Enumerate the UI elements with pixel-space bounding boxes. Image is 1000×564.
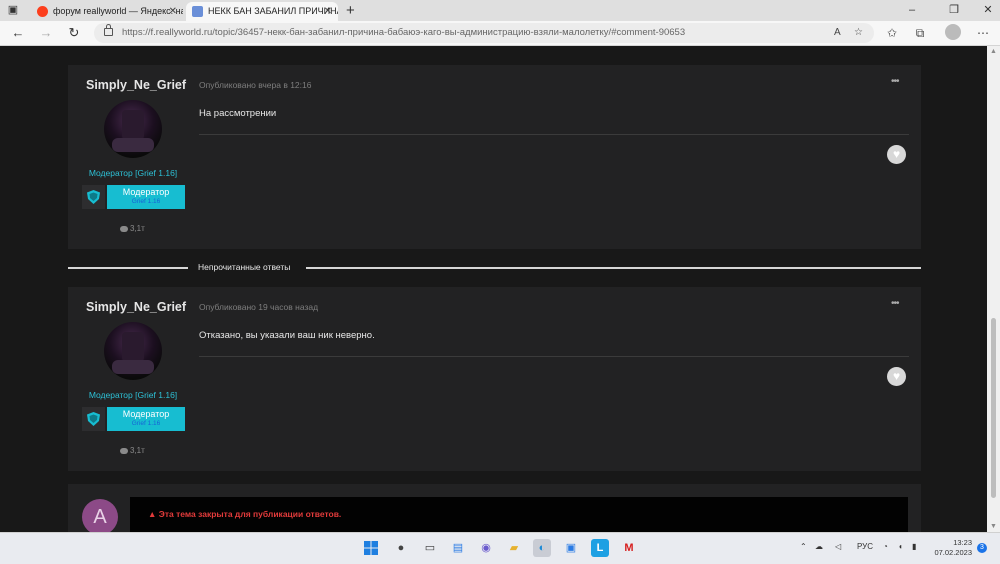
unread-divider-label: Непрочитанные ответы xyxy=(198,262,291,272)
like-heart-icon[interactable]: ♥ xyxy=(887,145,906,164)
app-l-icon[interactable]: L xyxy=(591,539,609,557)
post-separator xyxy=(199,356,909,357)
post-count: 3,1т xyxy=(120,224,145,233)
address-bar[interactable]: https://f.reallyworld.ru/topic/36457-нек… xyxy=(94,23,874,43)
show-hidden-icons[interactable]: ⌃ xyxy=(800,542,807,551)
divider-line-right xyxy=(306,267,921,269)
author-role: Модератор [Grief 1.16] xyxy=(88,390,178,400)
divider-line-left xyxy=(68,267,188,269)
windows-taskbar: ● ▭ ▤ ◉ ▰ ◐ ▣ L M ⌃ ☁ ◁ РУС ◔ ◖ ▮ 13:23 … xyxy=(0,532,1000,564)
lock-icon xyxy=(104,24,113,36)
post-count-value: 3,1т xyxy=(130,224,145,233)
page-content: Simply_Ne_Grief Модератор [Grief 1.16] М… xyxy=(0,46,987,532)
profile-avatar[interactable] xyxy=(945,24,961,40)
wifi-icon[interactable]: ◔ xyxy=(883,542,888,551)
clock-time: 13:23 xyxy=(953,538,972,547)
forum-favicon-icon xyxy=(192,6,203,17)
post-timestamp[interactable]: Опубликовано 19 часов назад xyxy=(199,302,318,312)
warning-icon: ▲ xyxy=(148,509,159,519)
post-menu-icon[interactable]: ••• xyxy=(891,298,899,309)
avatar[interactable] xyxy=(104,322,162,380)
clock[interactable]: 13:23 07.02.2023 xyxy=(928,538,972,558)
back-icon[interactable]: ← xyxy=(10,25,26,41)
comment-icon xyxy=(120,225,128,232)
mcafee-icon[interactable]: M xyxy=(620,539,638,557)
start-icon[interactable] xyxy=(362,539,380,557)
volume-icon[interactable]: ◖ xyxy=(898,542,903,551)
reply-area: A ▲ Эта тема закрыта для публикации отве… xyxy=(68,484,921,532)
post-separator xyxy=(199,134,909,135)
tab-actions-icon[interactable]: ▣ xyxy=(6,4,20,17)
user-avatar[interactable]: A xyxy=(82,499,118,532)
close-tab-icon[interactable]: ✕ xyxy=(169,2,177,21)
badge-subtitle: Grief 1.16 xyxy=(131,420,161,427)
tab-yandex[interactable]: форум reallyworld — Яндекс: на ✕ xyxy=(31,2,183,21)
avatar[interactable] xyxy=(104,100,162,158)
new-tab-icon[interactable]: + xyxy=(346,2,355,19)
more-menu-icon[interactable]: ⋯ xyxy=(975,25,991,41)
widgets-icon[interactable]: ▤ xyxy=(449,539,467,557)
post-comment: Simply_Ne_Grief Модератор [Grief 1.16] М… xyxy=(68,287,921,471)
read-aloud-icon[interactable]: A xyxy=(834,26,841,40)
yandex-favicon-icon xyxy=(37,6,48,17)
post-body: На рассмотрении xyxy=(199,108,277,119)
page-scrollbar[interactable]: ▲ ▼ xyxy=(987,46,1000,532)
refresh-icon[interactable]: ↻ xyxy=(66,25,82,41)
forward-icon[interactable]: → xyxy=(38,25,54,41)
file-explorer-icon[interactable]: ▰ xyxy=(505,539,523,557)
comment-icon xyxy=(120,447,128,454)
locked-message: ▲ Эта тема закрыта для публикации ответо… xyxy=(148,509,341,519)
tab-strip: ▣ форум reallyworld — Яндекс: на ✕ НЕКК … xyxy=(0,0,1000,21)
locked-message-text: Эта тема закрыта для публикации ответов. xyxy=(158,509,342,519)
badge-subtitle: Grief 1.16 xyxy=(131,198,161,205)
favorites-icon[interactable]: ✩ xyxy=(884,25,900,41)
favorite-star-icon[interactable]: ☆ xyxy=(854,26,863,40)
scroll-down-icon[interactable]: ▼ xyxy=(990,523,997,530)
task-view-icon[interactable]: ▭ xyxy=(421,539,439,557)
topic-locked-notice: ▲ Эта тема закрыта для публикации ответо… xyxy=(130,497,908,532)
close-window-icon[interactable]: ✕ xyxy=(980,3,996,17)
moderator-badge: Модератор Grief 1.16 xyxy=(107,407,185,431)
notification-badge[interactable]: 3 xyxy=(977,543,987,553)
search-icon[interactable]: ● xyxy=(392,539,410,557)
post-timestamp[interactable]: Опубликовано вчера в 12:16 xyxy=(199,80,311,90)
like-heart-icon[interactable]: ♥ xyxy=(887,367,906,386)
shield-icon xyxy=(82,185,105,209)
minimize-icon[interactable]: – xyxy=(904,3,920,17)
author-role: Модератор [Grief 1.16] xyxy=(88,168,178,178)
tab-title: форум reallyworld — Яндекс: на xyxy=(53,6,183,16)
post-count: 3,1т xyxy=(120,446,145,455)
maximize-icon[interactable]: ❐ xyxy=(946,3,962,17)
moderator-badge: Модератор Grief 1.16 xyxy=(107,185,185,209)
tab-title: НЕКК БАН ЗАБАНИЛ ПРИЧИНА xyxy=(208,6,338,16)
chat-icon[interactable]: ◉ xyxy=(477,539,495,557)
post-count-value: 3,1т xyxy=(130,446,145,455)
tray-app-icon-2[interactable]: ◁ xyxy=(835,542,841,551)
shield-icon xyxy=(82,407,105,431)
scroll-up-icon[interactable]: ▲ xyxy=(990,48,997,55)
post-comment: Simply_Ne_Grief Модератор [Grief 1.16] М… xyxy=(68,65,921,249)
post-author[interactable]: Simply_Ne_Grief xyxy=(86,300,186,314)
badge-title: Модератор xyxy=(122,187,170,197)
post-body: Отказано, вы указали ваш ник неверно. xyxy=(199,330,375,341)
store-icon[interactable]: ▣ xyxy=(562,539,580,557)
browser-toolbar: ← → ↻ https://f.reallyworld.ru/topic/364… xyxy=(0,21,1000,46)
tray-app-icon[interactable]: ☁ xyxy=(815,542,823,551)
post-menu-icon[interactable]: ••• xyxy=(891,76,899,87)
post-author[interactable]: Simply_Ne_Grief xyxy=(86,78,186,92)
language-indicator[interactable]: РУС xyxy=(857,542,873,551)
collections-icon[interactable]: ⧉ xyxy=(912,25,928,41)
edge-browser-icon[interactable]: ◐ xyxy=(533,539,551,557)
close-tab-icon[interactable]: ✕ xyxy=(324,2,332,21)
badge-title: Модератор xyxy=(122,409,170,419)
battery-icon[interactable]: ▮ xyxy=(912,542,916,551)
url-text: https://f.reallyworld.ru/topic/36457-нек… xyxy=(122,27,686,38)
tab-forum-topic[interactable]: НЕКК БАН ЗАБАНИЛ ПРИЧИНА ✕ xyxy=(186,2,338,21)
clock-date: 07.02.2023 xyxy=(934,548,972,557)
scroll-thumb[interactable] xyxy=(991,318,996,498)
